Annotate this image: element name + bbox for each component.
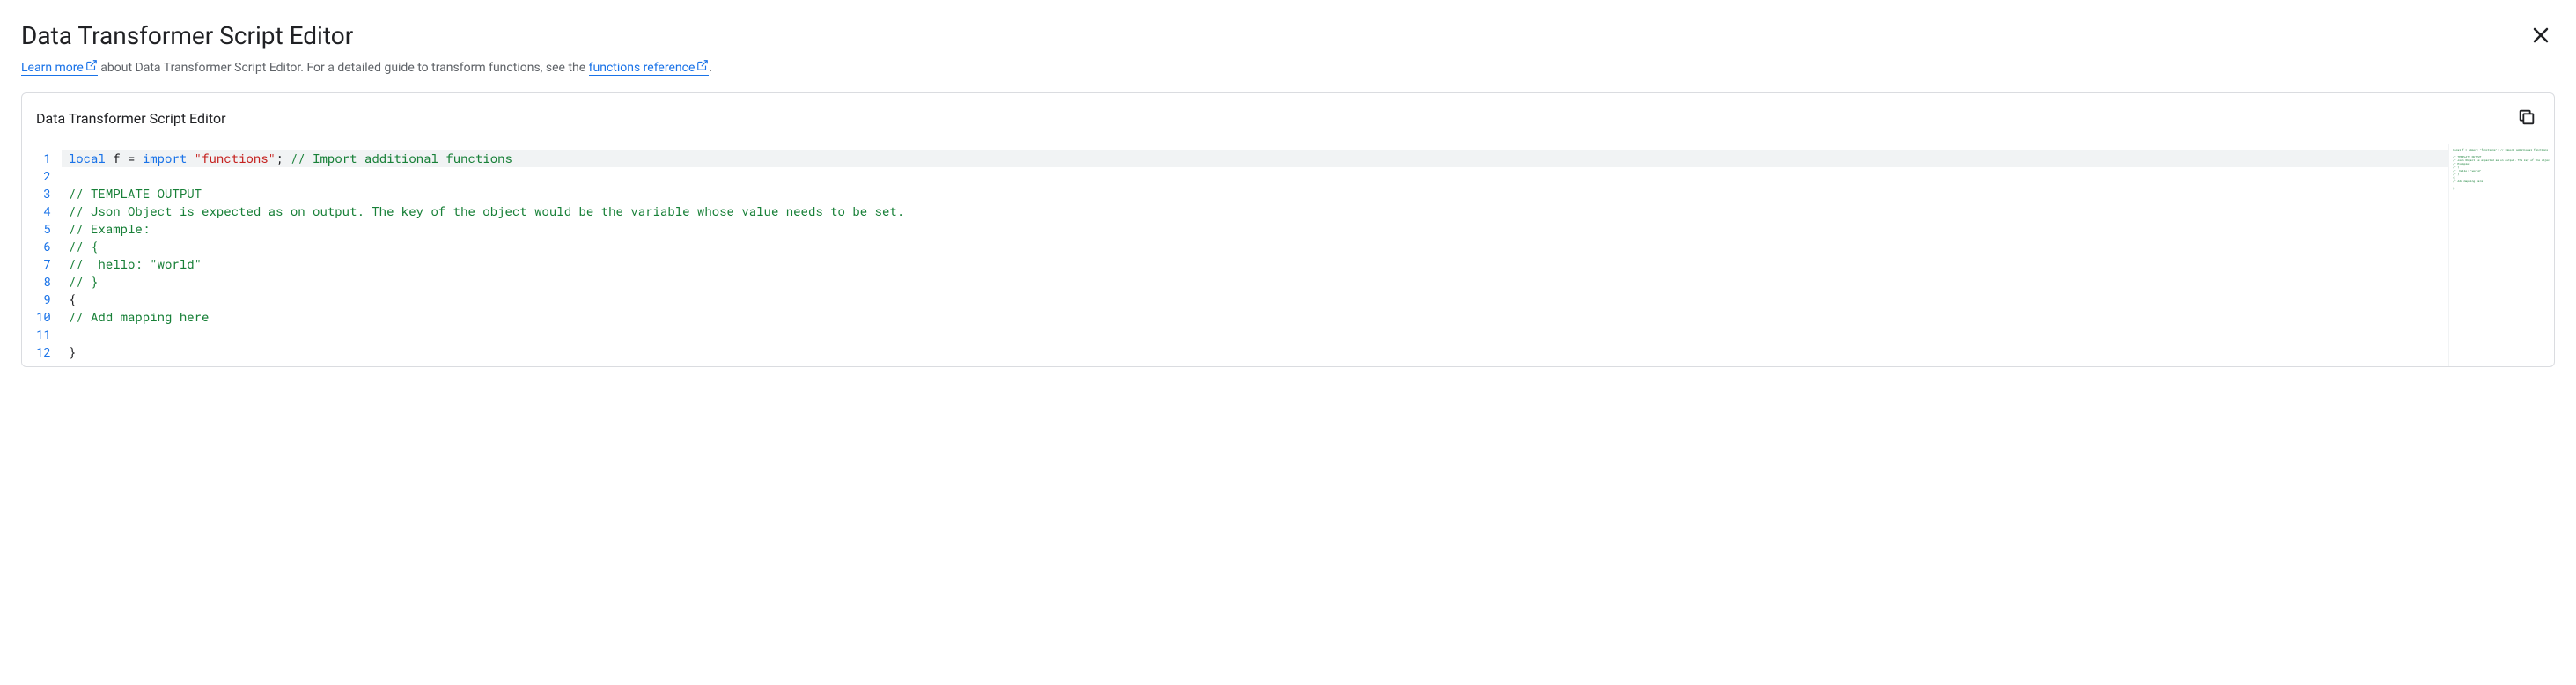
line-gutter: 123456789101112 [22, 144, 62, 366]
line-number: 2 [36, 167, 51, 185]
close-button[interactable] [2527, 21, 2555, 52]
line-number: 12 [36, 343, 51, 361]
code-line[interactable]: // } [62, 273, 2448, 291]
code-line[interactable] [62, 326, 2448, 343]
editor-body: 123456789101112 local f = import "functi… [22, 144, 2554, 366]
functions-reference-link[interactable]: functions reference [589, 61, 710, 76]
line-number: 4 [36, 203, 51, 220]
copy-button[interactable] [2513, 104, 2540, 133]
external-link-icon [696, 59, 709, 75]
line-number: 6 [36, 238, 51, 255]
code-line[interactable]: // hello: "world" [62, 255, 2448, 273]
copy-icon [2517, 107, 2536, 129]
learn-more-link[interactable]: Learn more [21, 61, 98, 76]
line-number: 7 [36, 255, 51, 273]
minimap[interactable]: local f = import "functions"; // Import … [2448, 144, 2554, 366]
code-line[interactable]: // Example: [62, 220, 2448, 238]
line-number: 5 [36, 220, 51, 238]
page-title: Data Transformer Script Editor [21, 21, 353, 50]
code-line[interactable] [62, 167, 2448, 185]
code-line[interactable]: // Add mapping here [62, 308, 2448, 326]
line-number: 9 [36, 291, 51, 308]
subtitle-text: Learn more about Data Transformer Script… [21, 59, 2555, 75]
editor-title: Data Transformer Script Editor [36, 110, 226, 127]
line-number: 10 [36, 308, 51, 326]
code-area[interactable]: local f = import "functions"; // Import … [62, 144, 2448, 366]
line-number: 11 [36, 326, 51, 343]
line-number: 8 [36, 273, 51, 291]
line-number: 1 [36, 150, 51, 167]
close-icon [2530, 25, 2551, 48]
code-line[interactable]: // { [62, 238, 2448, 255]
editor-header: Data Transformer Script Editor [22, 93, 2554, 144]
code-line[interactable]: local f = import "functions"; // Import … [62, 150, 2448, 167]
code-line[interactable]: { [62, 291, 2448, 308]
editor-container: Data Transformer Script Editor 123456789… [21, 92, 2555, 367]
line-number: 3 [36, 185, 51, 203]
code-line[interactable]: // Json Object is expected as on output.… [62, 203, 2448, 220]
code-line[interactable]: // TEMPLATE OUTPUT [62, 185, 2448, 203]
dialog-header: Data Transformer Script Editor [21, 21, 2555, 52]
external-link-icon [85, 59, 98, 75]
code-line[interactable]: } [62, 343, 2448, 361]
